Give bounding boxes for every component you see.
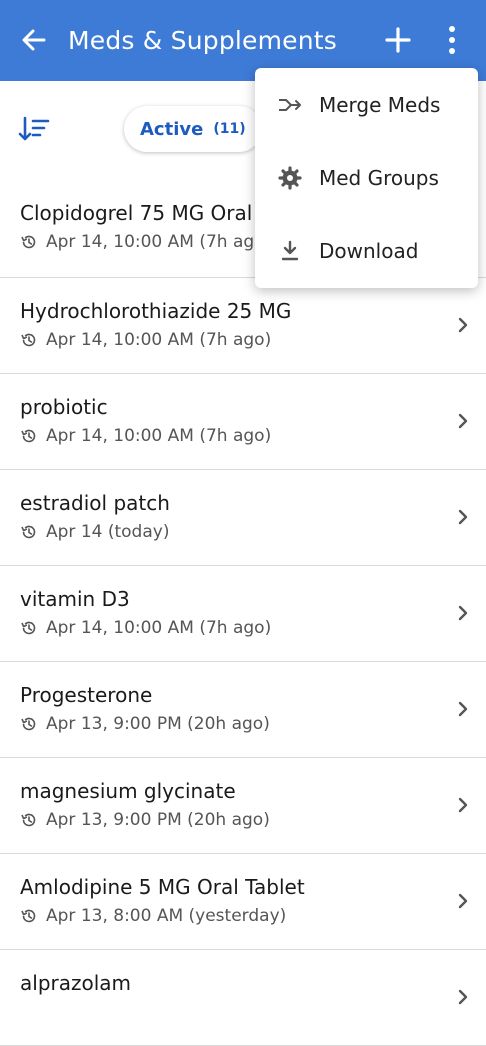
- med-time: Apr 14, 10:00 AM (7h ago): [46, 330, 272, 350]
- list-item[interactable]: estradiol patch Apr 14 (today): [0, 470, 486, 566]
- med-time: Apr 13, 9:00 PM (20h ago): [46, 810, 270, 830]
- chevron-right-icon: [458, 605, 468, 621]
- med-name: alprazolam: [20, 971, 132, 995]
- chevron-right-icon: [458, 509, 468, 525]
- med-name: probiotic: [20, 395, 108, 419]
- history-icon: [21, 621, 36, 635]
- med-time: Apr 14, 10:00 AM (7h ago): [46, 426, 272, 446]
- chevron-right-icon: [458, 317, 468, 333]
- chevron-right-icon: [458, 701, 468, 717]
- list-item[interactable]: Hydrochlorothiazide 25 MG Apr 14, 10:00 …: [0, 278, 486, 374]
- list-item[interactable]: Progesterone Apr 13, 9:00 PM (20h ago): [0, 662, 486, 758]
- history-icon: [21, 333, 36, 347]
- download-icon: [281, 240, 299, 261]
- menu-item-med-groups[interactable]: Med Groups: [255, 142, 478, 214]
- chip-label: Active: [140, 118, 204, 140]
- med-name: vitamin D3: [20, 587, 130, 611]
- med-last-taken: Apr 14, 10:00 AM (7h ago): [20, 330, 271, 350]
- list-item[interactable]: alprazolam: [0, 950, 486, 1046]
- med-time: Apr 14, 10:00 AM (7h ago): [46, 618, 272, 638]
- med-list: Clopidogrel 75 MG Oral Tablet Apr 14, 10…: [0, 180, 486, 1046]
- more-vertical-icon[interactable]: [436, 24, 468, 56]
- menu-item-label: Merge Meds: [319, 93, 441, 117]
- history-icon: [21, 525, 36, 539]
- med-name: Hydrochlorothiazide 25 MG: [20, 299, 292, 323]
- med-last-taken: Apr 13, 9:00 PM (20h ago): [20, 810, 270, 830]
- chip-count: (11): [213, 121, 246, 137]
- menu-item-label: Med Groups: [319, 166, 439, 190]
- med-last-taken: Apr 14, 10:00 AM (7h ago): [20, 426, 271, 446]
- page-title: Meds & Supplements: [68, 26, 338, 55]
- history-icon: [21, 429, 36, 443]
- med-last-taken: Apr 13, 9:00 PM (20h ago): [20, 714, 270, 734]
- list-item[interactable]: magnesium glycinate Apr 13, 9:00 PM (20h…: [0, 758, 486, 854]
- med-time: Apr 14 (today): [46, 522, 170, 542]
- med-time: Apr 14, 10:00 AM (7h ago): [46, 232, 272, 252]
- overflow-menu: Merge Meds Med Groups Download: [255, 68, 478, 288]
- sort-icon[interactable]: [16, 112, 50, 146]
- med-name: Amlodipine 5 MG Oral Tablet: [20, 875, 305, 899]
- med-last-taken: Apr 14, 10:00 AM (7h ago): [20, 232, 271, 252]
- history-icon: [21, 909, 36, 923]
- history-icon: [21, 717, 36, 731]
- med-name: magnesium glycinate: [20, 779, 236, 803]
- med-last-taken: Apr 13, 8:00 AM (yesterday): [20, 906, 286, 926]
- chevron-right-icon: [458, 893, 468, 909]
- list-item[interactable]: vitamin D3 Apr 14, 10:00 AM (7h ago): [0, 566, 486, 662]
- active-filter-chip[interactable]: Active (11): [124, 106, 262, 152]
- menu-item-merge-meds[interactable]: Merge Meds: [255, 69, 478, 141]
- history-icon: [21, 813, 36, 827]
- med-time: Apr 13, 9:00 PM (20h ago): [46, 714, 270, 734]
- med-last-taken: Apr 14 (today): [20, 522, 169, 542]
- med-time: Apr 13, 8:00 AM (yesterday): [46, 906, 287, 926]
- history-icon: [21, 235, 36, 249]
- med-last-taken: Apr 14, 10:00 AM (7h ago): [20, 618, 271, 638]
- med-name: estradiol patch: [20, 491, 170, 515]
- plus-icon[interactable]: [382, 24, 414, 56]
- list-item[interactable]: probiotic Apr 14, 10:00 AM (7h ago): [0, 374, 486, 470]
- med-name: Progesterone: [20, 683, 153, 707]
- arrow-left-icon[interactable]: [18, 24, 50, 56]
- menu-item-download[interactable]: Download: [255, 215, 478, 287]
- chevron-right-icon: [458, 413, 468, 429]
- merge-icon: [279, 99, 301, 111]
- list-item[interactable]: Amlodipine 5 MG Oral Tablet Apr 13, 8:00…: [0, 854, 486, 950]
- gear-icon: [278, 166, 302, 190]
- menu-item-label: Download: [319, 239, 419, 263]
- chevron-right-icon: [458, 797, 468, 813]
- chevron-right-icon: [458, 989, 468, 1005]
